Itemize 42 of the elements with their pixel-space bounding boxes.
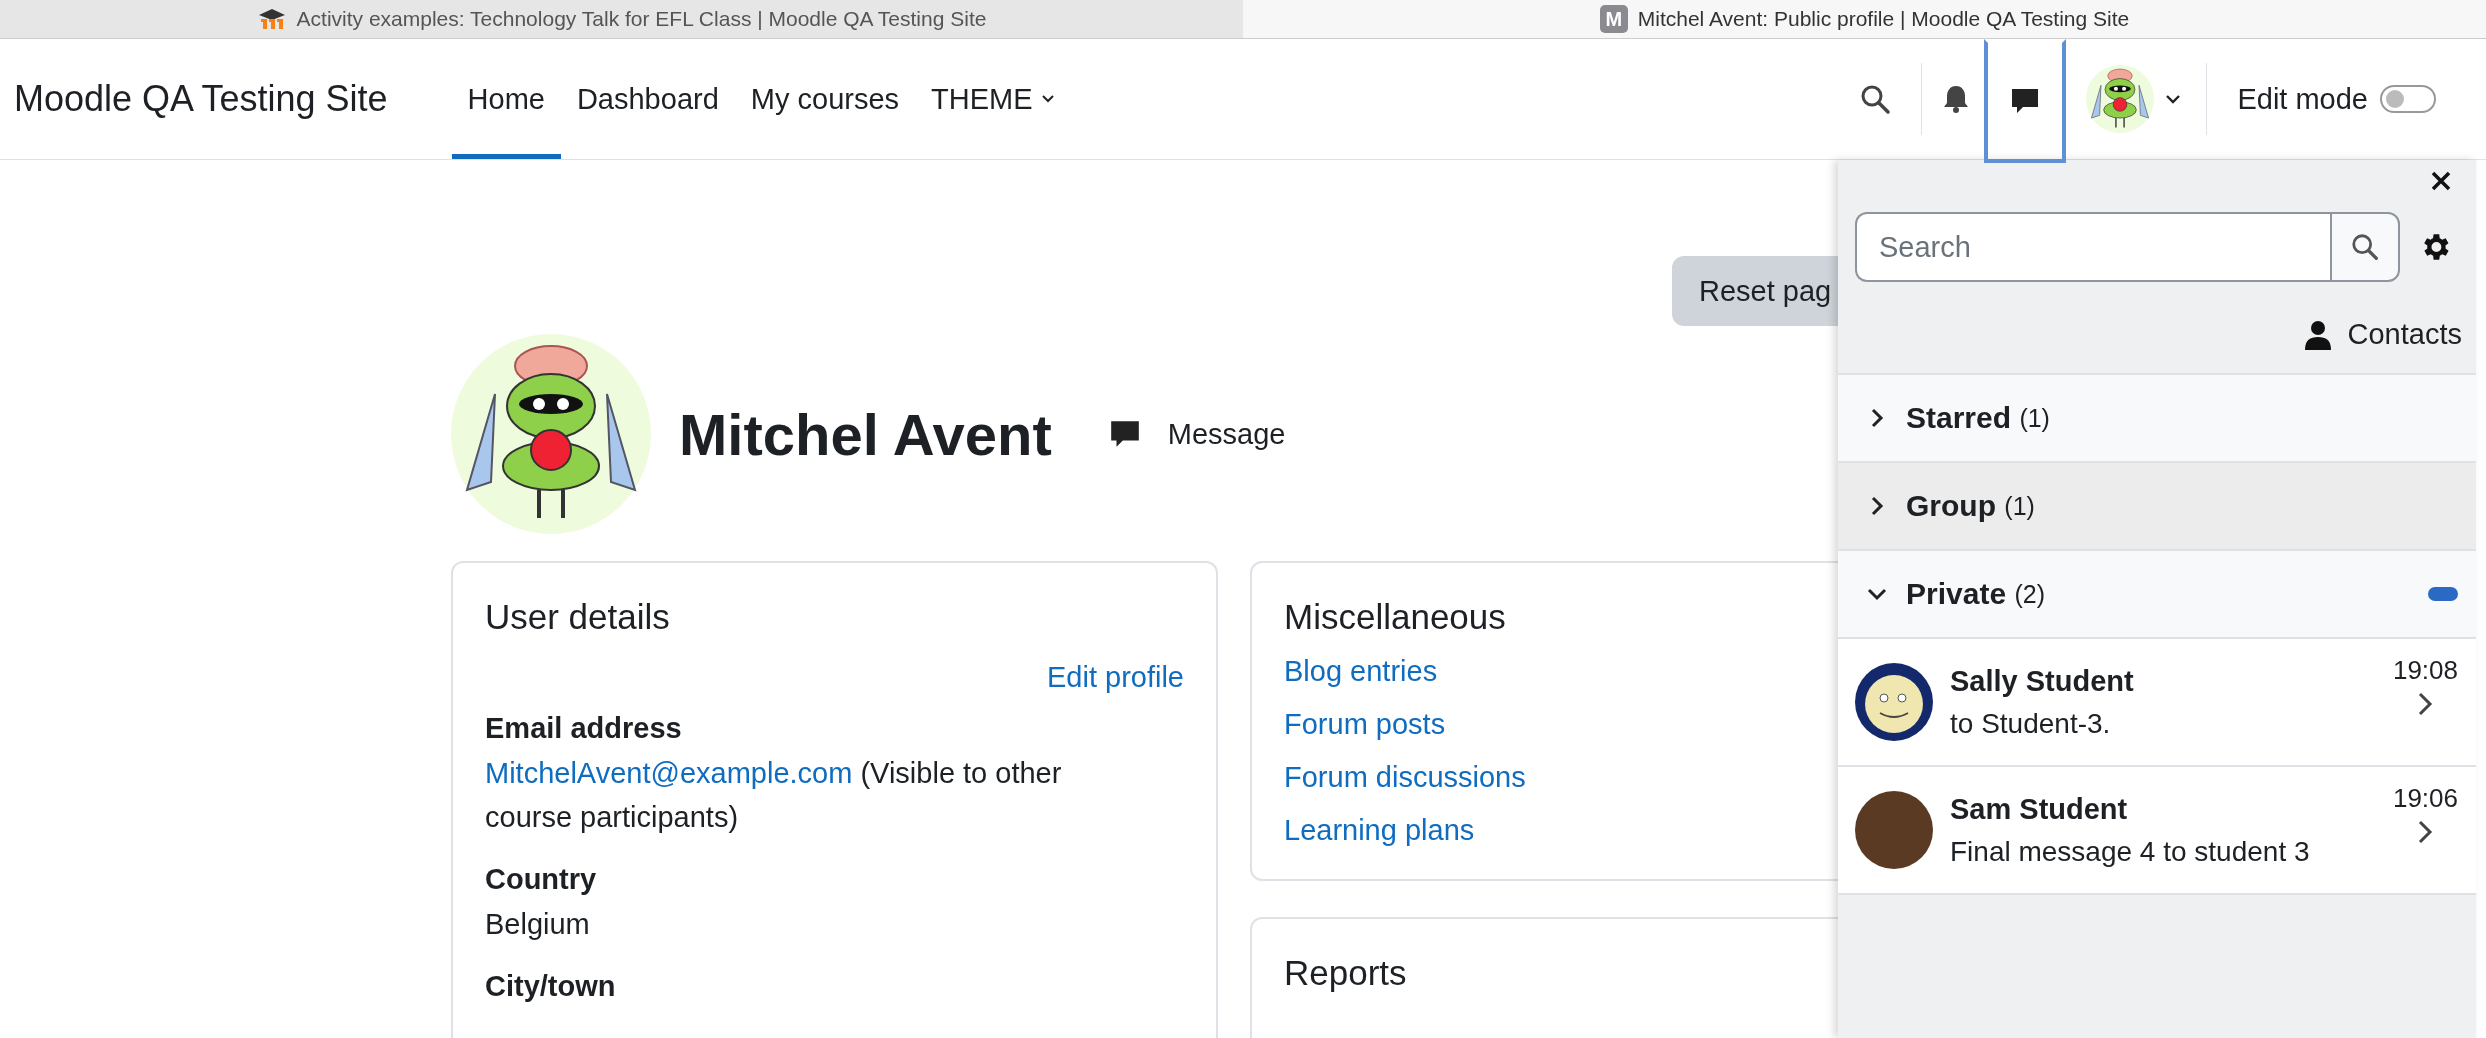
nav-link[interactable]: Home bbox=[451, 39, 561, 159]
person-icon bbox=[2303, 319, 2332, 350]
section-header[interactable]: Group (1) bbox=[1838, 461, 2476, 549]
field-value: MitchelAvent@example.com (Visible to other course participants) bbox=[485, 756, 1063, 835]
smiley-avatar-icon bbox=[1855, 663, 1933, 741]
tab-title: Activity examples: Technology Talk for EFL Class | Moodle QA Testing Site bbox=[296, 7, 987, 31]
search-icon bbox=[2350, 232, 2380, 262]
card-title: Miscellaneous bbox=[1284, 597, 1507, 637]
field-value: Belgium bbox=[485, 907, 591, 942]
nav-link[interactable]: Dashboard bbox=[560, 39, 735, 159]
conversation-item[interactable]: Sally Student to Student-3. 19:08 bbox=[1838, 637, 2476, 765]
browser-tab[interactable]: M Mitchel Avent: Public profile | Moodle QA Testing Site bbox=[1243, 0, 2486, 38]
bell-icon[interactable] bbox=[1942, 84, 1971, 114]
card-title: User details bbox=[485, 597, 671, 637]
caret-icon[interactable] bbox=[2164, 93, 2183, 105]
field-label: Country bbox=[485, 863, 598, 896]
chevron-icon bbox=[2416, 818, 2435, 846]
avatar-drawing bbox=[2086, 65, 2155, 133]
browser-tab[interactable]: Activity examples: Technology Talk for EFL Class | Moodle QA Testing Site bbox=[0, 0, 1243, 38]
chevron-icon bbox=[2416, 690, 2435, 718]
card-title: Reports bbox=[1284, 953, 1408, 993]
search-button[interactable] bbox=[2330, 212, 2400, 282]
favicon-letter: M bbox=[1599, 5, 1628, 33]
section-header[interactable]: Starred (1) bbox=[1838, 373, 2476, 461]
edit-profile-link[interactable]: Edit profile bbox=[1047, 661, 1184, 694]
close-icon[interactable] bbox=[2430, 170, 2452, 192]
field-label: Email address bbox=[485, 712, 683, 745]
field-label: City/town bbox=[485, 970, 617, 1003]
email-link[interactable]: MitchelAvent@example.com bbox=[485, 757, 853, 789]
edit-mode-toggle[interactable] bbox=[2380, 85, 2436, 113]
contacts-link[interactable]: Contacts bbox=[2303, 318, 2462, 351]
user-name: Mitchel Avent bbox=[679, 400, 1052, 468]
edit-mode-label: Edit mode bbox=[2237, 82, 2368, 116]
search-icon[interactable] bbox=[1859, 83, 1892, 115]
nav-link[interactable]: My courses bbox=[734, 39, 916, 159]
message-button[interactable]: Message bbox=[1107, 417, 1286, 451]
search-field[interactable]: Search bbox=[1855, 212, 2330, 282]
nav-link[interactable]: THEME bbox=[915, 39, 1071, 159]
conversation-item[interactable]: Sam Student Final message 4 to student 3 19:06 bbox=[1838, 765, 2476, 895]
tab-title: Mitchel Avent: Public profile | Moodle QA Testing Site bbox=[1637, 7, 2130, 31]
section-header[interactable]: Private (2) bbox=[1838, 549, 2476, 637]
site-name[interactable]: Moodle QA Testing Site bbox=[0, 78, 388, 120]
